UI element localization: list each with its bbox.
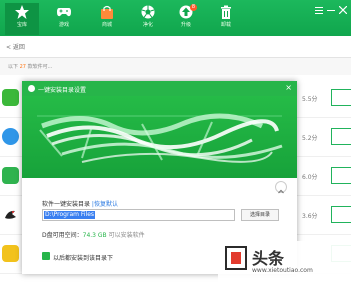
nav-label: 升级 [180, 22, 191, 28]
back-link[interactable]: < 返回 [6, 42, 25, 51]
app-action-button[interactable] [331, 167, 351, 184]
choose-directory-button[interactable]: 选择目录 [241, 209, 279, 221]
nav-item-cleanup[interactable]: 净化 [131, 3, 165, 35]
count-number: 27 [19, 64, 26, 70]
nav-label: 游戏 [58, 22, 69, 28]
upgrade-count-badge: 8 [190, 4, 197, 11]
chat-app-icon [2, 89, 19, 106]
dialog-title-bar: 一键安装目录设置 × [22, 81, 297, 96]
minimize-icon[interactable] [327, 6, 335, 14]
dialog-banner [22, 96, 297, 178]
close-icon[interactable] [339, 6, 347, 14]
scribbled-banner-graphic [37, 113, 283, 163]
app-rating: 5.5分 [302, 96, 318, 103]
app-action-button[interactable] [331, 89, 351, 106]
app-logo-icon [28, 85, 35, 92]
free-space-value: 74.3 GB [82, 232, 107, 239]
app-rating: 6.0分 [302, 174, 318, 181]
restore-default-link[interactable]: |恢复默认 [92, 201, 118, 208]
chevron-up-icon [278, 189, 284, 194]
dialog-title: 一键安装目录设置 [38, 87, 87, 94]
install-dir-label: 软件一键安装目录 |恢复默认 [42, 199, 118, 208]
nav-label: 净化 [142, 22, 153, 28]
menu-icon[interactable] [315, 6, 323, 14]
nav-label: 卸载 [220, 22, 231, 28]
count-prefix: 以下 [8, 64, 19, 70]
nav-item-treasury[interactable]: 宝库 [5, 3, 39, 35]
aperture-icon [141, 5, 155, 19]
back-bar: < 返回 [0, 36, 351, 58]
app-rating: 5.2分 [302, 135, 318, 142]
app-rating: 3.6分 [302, 213, 318, 220]
nav-item-upgrade[interactable]: 8 升级 [169, 3, 203, 35]
watermark-logo-icon [225, 246, 247, 270]
watermark: 头条 www.xietoutiao.com [218, 241, 351, 282]
nav-item-uninstall[interactable]: 卸载 [209, 3, 243, 35]
trash-icon [221, 5, 231, 19]
upgrade-count-bar: 以下 27 款软件可... [0, 58, 351, 75]
remember-dir-label: 以后都安装到该目录下 [53, 255, 114, 262]
dialog-close-button[interactable]: × [285, 83, 292, 92]
upgrade-count-text: 以下 27 款软件可... [8, 63, 52, 70]
app-action-button[interactable] [331, 206, 351, 223]
nav-label: 商城 [101, 22, 112, 28]
nav-label: 宝库 [16, 22, 27, 28]
remember-dir-checkbox[interactable] [42, 252, 50, 266]
nav-item-store[interactable]: 商城 [90, 3, 124, 35]
gamepad-icon [57, 8, 71, 17]
app-action-button[interactable] [331, 128, 351, 145]
collapse-button[interactable] [275, 181, 287, 194]
yellow-app-icon [2, 245, 19, 262]
count-suffix: 款软件可... [27, 64, 53, 70]
watermark-url: www.xietoutiao.com [252, 267, 313, 274]
message-app-icon [2, 128, 19, 145]
top-nav-bar: 宝库 游戏 商城 净化 8 升级 卸载 [0, 0, 351, 36]
star-icon [15, 5, 29, 19]
install-dir-label-text: 软件一键安装目录 [42, 201, 92, 208]
free-space-note: 可以安装软件 [106, 232, 145, 239]
contact-app-icon [2, 167, 19, 184]
watermark-title: 头条 [252, 249, 285, 268]
install-dir-value: D:\Program Files [44, 211, 96, 219]
free-space-info: D盘可用空间：74.3 GB 可以安装软件 [42, 230, 145, 239]
shopping-bag-icon [101, 5, 113, 19]
bird-app-icon [2, 206, 19, 223]
install-dir-input[interactable]: D:\Program Files [42, 209, 235, 221]
checkmark-icon [43, 260, 50, 266]
free-space-label: D盘可用空间： [42, 232, 83, 239]
nav-item-games[interactable]: 游戏 [47, 3, 81, 35]
